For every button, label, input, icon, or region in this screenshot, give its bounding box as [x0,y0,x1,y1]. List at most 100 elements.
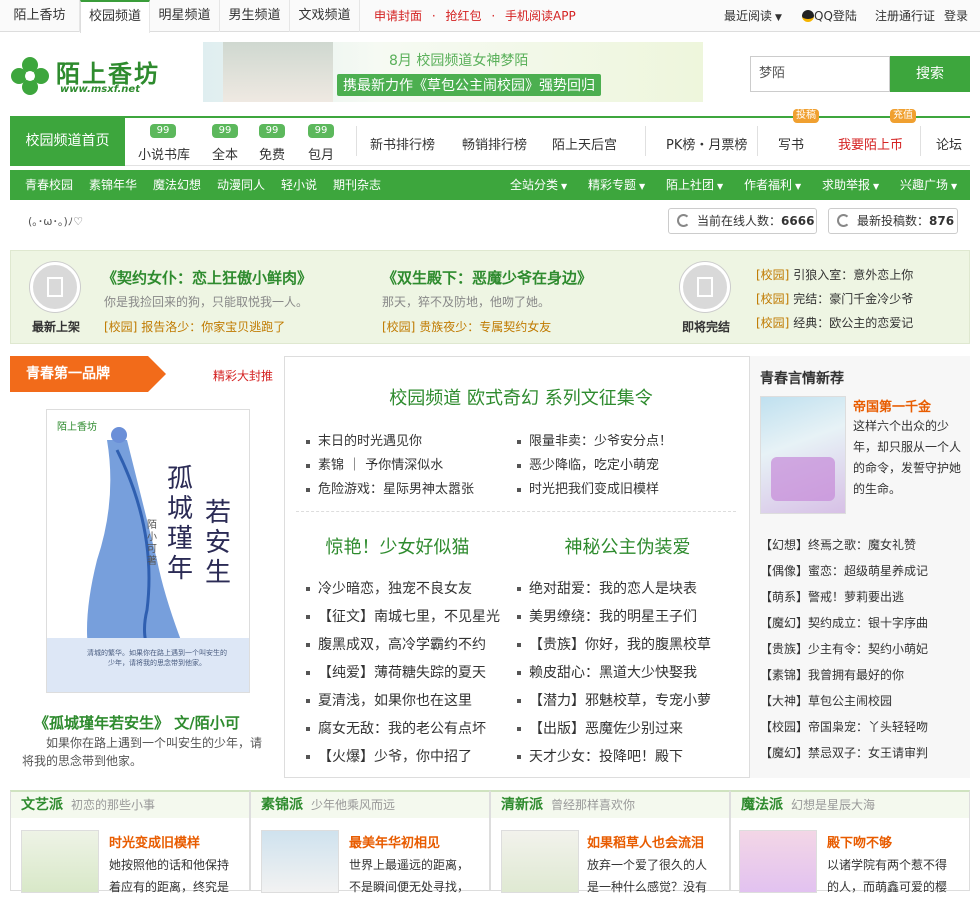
list-item[interactable]: 限量非卖：少爷安分点！ [517,430,672,449]
subnav-all-categories[interactable]: 全站分类 ▼ [510,170,567,200]
genre-book-title[interactable]: 最美年华初相见 [349,832,440,851]
promo-book2-title[interactable]: 《双生殿下：恶魔少爷在身边》 [382,267,592,288]
apply-cover-link[interactable]: 申请封面 [374,9,422,23]
subnav-magic[interactable]: 魔法幻想 [153,170,201,200]
finishing-item[interactable]: [校园] 引狼入室：意外恋上你 [756,266,913,283]
list-item[interactable]: 危险游戏：星际男神太嚣张 [306,478,474,497]
nav-sales-rank[interactable]: 畅销排行榜 [462,134,527,153]
subnav-light-novel[interactable]: 轻小说 [281,170,317,200]
search-input[interactable]: 梦陌 [750,56,890,92]
list-item[interactable]: 夏清浅，如果你也在这里 [306,690,472,710]
list-item[interactable]: 美男缭绕：我的明星王子们 [517,606,697,626]
recommend-item[interactable]: 【魔幻】契约成立：银十字序曲 [760,614,928,631]
recent-reading-link[interactable]: 最近阅读 ▼ [724,0,782,34]
genre-header[interactable]: 素锦派 少年他乘风而远 [251,792,489,818]
subnav-author-welfare[interactable]: 作者福利 ▼ [744,170,801,200]
list-item[interactable]: 冷少暗恋，独宠不良女友 [306,578,472,598]
finishing-item[interactable]: [校园] 经典：欧公主的恋爱记 [756,314,913,331]
genre-book-title[interactable]: 如果稻草人也会流泪 [587,832,704,851]
list-item[interactable]: 腹黑成双，高冷学霸约不约 [306,634,486,654]
chevron-down-icon: ▼ [873,182,880,191]
genre-header[interactable]: 清新派 曾经那样喜欢你 [491,792,729,818]
subnav-sujin[interactable]: 素锦年华 [89,170,137,200]
subnav-youth-campus[interactable]: 青春校园 [25,170,73,200]
genre-header[interactable]: 文艺派 初恋的那些小事 [11,792,249,818]
promo-banner[interactable]: 8月 校园频道女神梦陌 携最新力作《草包公主闹校园》强势回归 [203,42,703,102]
nav-new-books-rank[interactable]: 新书排行榜 [370,134,435,153]
list-item[interactable]: 【征文】南城七里，不见星光 [306,606,500,626]
promo-book2-tag-link[interactable]: [校园] 贵族夜少：专属契约女友 [382,318,551,335]
subnav-magazine[interactable]: 期刊杂志 [333,170,381,200]
recommend-item[interactable]: 【素锦】我曾拥有最好的你 [760,666,904,683]
nav-complete[interactable]: 全本 [205,144,245,163]
list-item[interactable]: 【纯爱】薄荷糖失踪的夏天 [306,662,486,682]
posts-count-box[interactable]: 最新投稿数：876 [828,208,958,234]
register-link[interactable]: 注册通行证 [875,0,935,32]
red-packet-link[interactable]: 抢红包 [446,9,482,23]
search-button[interactable]: 搜索 [890,56,970,92]
list-item[interactable]: 【潜力】邪魅校草，专宠小萝 [517,690,711,710]
genre-book-cover[interactable] [261,830,339,893]
recommend-item[interactable]: 【贵族】少主有令：契约小萌妃 [760,640,928,657]
nav-library[interactable]: 小说书库 [134,144,194,163]
online-count-box[interactable]: 当前在线人数：6666 [668,208,817,234]
promo-book1-tag-link[interactable]: [校园] 报告洛少：你家宝贝逃跑了 [104,318,285,335]
mobile-app-link[interactable]: 手机阅读APP [505,9,576,23]
qq-login-link[interactable]: QQ登陆 [802,0,857,32]
refresh-icon [837,214,850,227]
site-logo[interactable]: 陌上香坊 www.msxf.net [8,52,168,102]
login-link[interactable]: 登录 [944,0,968,32]
recommend-book-title[interactable]: 帝国第一千金 [853,396,931,415]
recommend-item[interactable]: 【魔幻】禁忌双子：女王请审判 [760,744,928,761]
nav-write[interactable]: 写书 [778,134,804,153]
genre-header[interactable]: 魔法派 幻想是星辰大海 [731,792,969,818]
list-item[interactable]: 【出版】恶魔佐少别过来 [517,718,683,738]
sub-heading-right[interactable]: 神秘公主伪装爱 [530,533,725,559]
recommend-item[interactable]: 【校园】帝国枭宠：丫头轻轻吻 [760,718,928,735]
list-item[interactable]: 赖皮甜心：黑道大少快娶我 [517,662,697,682]
sub-heading-left[interactable]: 惊艳！少女好似猫 [300,533,495,559]
featured-book-title[interactable]: 《孤城瑾年若安生》 文/陌小可 [34,712,240,733]
list-item[interactable]: 【火爆】少爷，你中招了 [306,746,472,766]
center-heading[interactable]: 校园频道 欧式奇幻 系列文征集令 [294,384,748,410]
tab-star[interactable]: 明星频道 [150,0,220,32]
list-item[interactable]: 末日的时光遇见你 [306,430,422,449]
nav-forum[interactable]: 论坛 [936,134,962,153]
list-item[interactable]: 【贵族】你好，我的腹黑校草 [517,634,711,654]
subnav-anime[interactable]: 动漫同人 [217,170,265,200]
list-item[interactable]: 时光把我们变成旧模样 [517,478,659,497]
subnav-interest[interactable]: 兴趣广场 ▼ [900,170,957,200]
tab-literary[interactable]: 文戏频道 [290,0,360,32]
genre-book-cover[interactable] [21,830,99,893]
list-item[interactable]: 恶少降临，吃定小萌宠 [517,454,659,473]
recommend-item[interactable]: 【萌系】警戒！萝莉要出逃 [760,588,904,605]
list-item[interactable]: 绝对甜爱：我的恋人是块表 [517,578,697,598]
nav-free[interactable]: 免费 [252,144,292,163]
genre-book-title[interactable]: 时光变成旧模样 [109,832,200,851]
list-item[interactable]: 素锦 ｜ 予你情深似水 [306,454,443,473]
tab-male[interactable]: 男生频道 [220,0,290,32]
genre-book-cover[interactable] [501,830,579,893]
nav-palace[interactable]: 陌上天后宫 [552,134,617,153]
nav-buy-coins[interactable]: 我要陌上币 [838,134,903,153]
promo-book1-title[interactable]: 《契约女仆：恋上狂傲小鲜肉》 [102,267,312,288]
nav-pk-rank[interactable]: PK榜・月票榜 [666,134,747,153]
tab-home[interactable]: 陌上香坊 [0,0,80,32]
recommend-book-cover[interactable] [760,396,846,514]
recommend-item[interactable]: 【大神】草包公主闹校园 [760,692,892,709]
featured-more-link[interactable]: 精彩大封推 [213,367,273,384]
recommend-item[interactable]: 【偶像】蜜恋：超级萌星养成记 [760,562,928,579]
tab-campus[interactable]: 校园频道 [80,0,150,33]
nav-monthly[interactable]: 包月 [301,144,341,163]
list-item[interactable]: 腐女无敌：我的老公有点坏 [306,718,486,738]
genre-book-cover[interactable] [739,830,817,893]
subnav-clubs[interactable]: 陌上社团 ▼ [666,170,723,200]
recommend-item[interactable]: 【幻想】终焉之歌：魔女礼赞 [760,536,916,553]
subnav-help-report[interactable]: 求助举报 ▼ [822,170,879,200]
featured-book-cover[interactable]: 陌上香坊 孤城瑾年 若安生 陌小可著 清城的繁华。如果你在路上遇到一个叫安生的少… [46,409,250,693]
finishing-item[interactable]: [校园] 完结：豪门千金冷少爷 [756,290,913,307]
genre-book-title[interactable]: 殿下吻不够 [827,832,892,851]
nav-campus-home[interactable]: 校园频道首页 [10,116,125,166]
list-item[interactable]: 天才少女：投降吧！殿下 [517,746,683,766]
subnav-topics[interactable]: 精彩专题 ▼ [588,170,645,200]
